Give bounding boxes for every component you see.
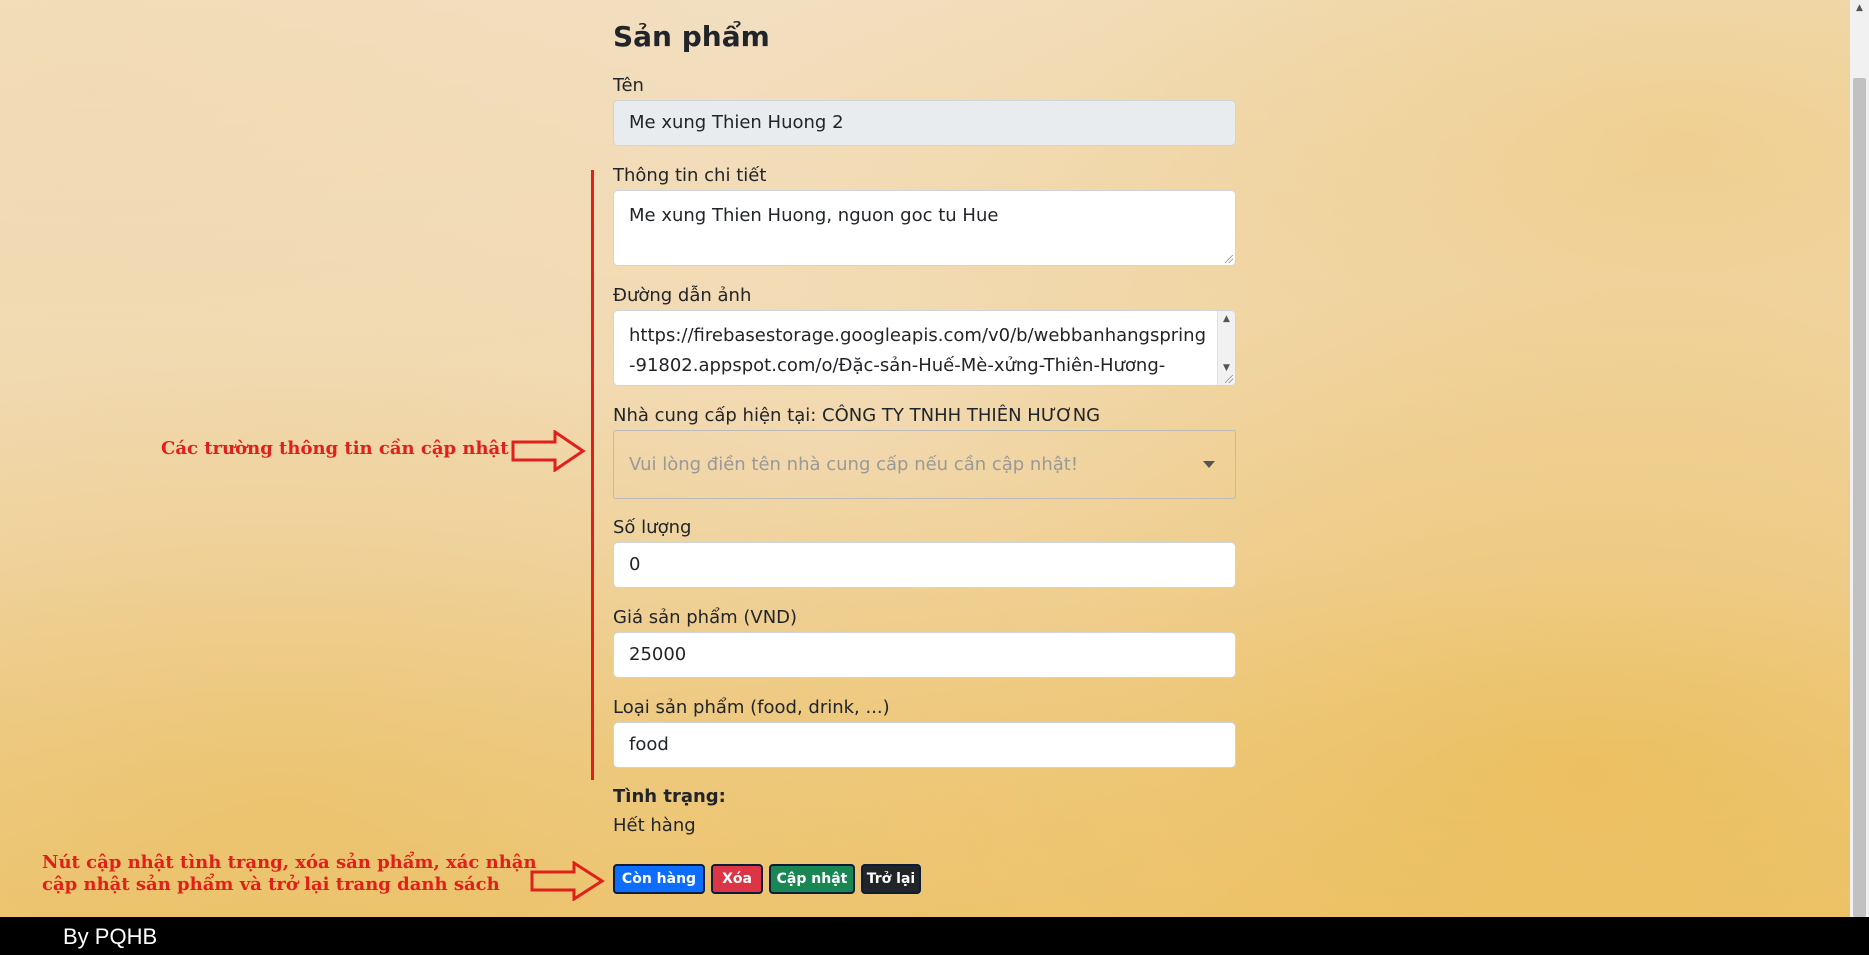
- annotation-bracket-line: [591, 170, 594, 780]
- quantity-label: Số lượng: [613, 517, 692, 538]
- name-field[interactable]: Me xung Thien Huong 2: [613, 100, 1236, 146]
- textarea-scrollbar[interactable]: ▲ ▼: [1217, 311, 1235, 385]
- page: Các trường thông tin cần cập nhật Nút cậ…: [0, 0, 1850, 917]
- image-url-line1: https://firebasestorage.googleapis.com/v…: [629, 325, 1207, 346]
- resize-grip-icon[interactable]: [1225, 255, 1233, 263]
- type-field[interactable]: food: [613, 722, 1236, 768]
- supplier-select[interactable]: Vui lòng điền tên nhà cung cấp nếu cần c…: [613, 430, 1236, 499]
- detail-label: Thông tin chi tiết: [613, 165, 767, 186]
- annotation-fields-note: Các trường thông tin cần cập nhật: [161, 438, 509, 459]
- annotation-arrow-icon: [530, 861, 605, 901]
- annotation-buttons-note: Nút cập nhật tình trạng, xóa sản phẩm, x…: [42, 852, 537, 896]
- annotation-buttons-note-line1: Nút cập nhật tình trạng, xóa sản phẩm, x…: [42, 852, 537, 873]
- scroll-up-icon[interactable]: ▲: [1850, 0, 1869, 17]
- detail-textarea[interactable]: Me xung Thien Huong, nguon goc tu Hue: [613, 190, 1236, 266]
- delete-button[interactable]: Xóa: [711, 864, 763, 894]
- resize-grip-icon[interactable]: [1225, 375, 1233, 383]
- image-url-textarea[interactable]: https://firebasestorage.googleapis.com/v…: [613, 310, 1236, 386]
- scroll-up-icon[interactable]: ▲: [1218, 311, 1235, 328]
- price-label: Giá sản phẩm (VND): [613, 607, 798, 628]
- instock-button[interactable]: Còn hàng: [613, 864, 705, 894]
- back-button[interactable]: Trở lại: [861, 864, 921, 894]
- chevron-down-icon: [1203, 461, 1215, 468]
- footer-text: By PQHB: [63, 924, 158, 949]
- status-label: Tình trạng:: [613, 786, 726, 807]
- image-url-line2: -91802.appspot.com/o/Đặc-sản-Huế-Mè-xửng…: [629, 355, 1166, 376]
- supplier-label: Nhà cung cấp hiện tại: CÔNG TY TNHH THIÊ…: [613, 405, 1101, 426]
- detail-value: Me xung Thien Huong, nguon goc tu Hue: [629, 205, 999, 226]
- quantity-field[interactable]: 0: [613, 542, 1236, 588]
- name-label: Tên: [613, 75, 644, 96]
- status-value: Hết hàng: [613, 815, 696, 836]
- update-button[interactable]: Cập nhật: [769, 864, 855, 894]
- page-title: Sản phẩm: [613, 20, 770, 53]
- annotation-buttons-note-line2: cập nhật sản phẩm và trở lại trang danh …: [42, 874, 500, 895]
- type-label: Loại sản phẩm (food, drink, ...): [613, 697, 890, 718]
- scrollbar-thumb[interactable]: [1853, 78, 1866, 917]
- page-scrollbar[interactable]: ▲: [1850, 0, 1869, 917]
- supplier-placeholder: Vui lòng điền tên nhà cung cấp nếu cần c…: [629, 454, 1079, 475]
- price-field[interactable]: 25000: [613, 632, 1236, 678]
- footer: By PQHB: [0, 917, 1869, 955]
- image-url-label: Đường dẫn ảnh: [613, 285, 752, 306]
- annotation-arrow-icon: [511, 430, 586, 472]
